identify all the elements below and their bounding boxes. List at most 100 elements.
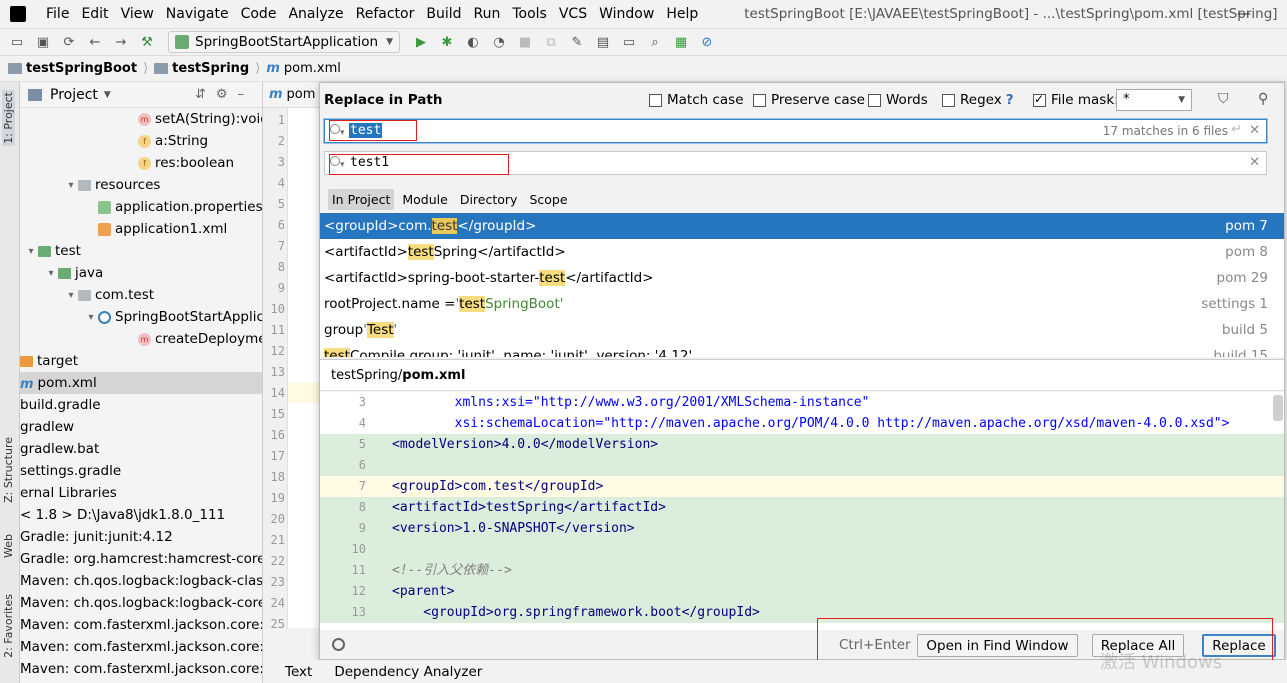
pin-icon[interactable]: ⚲ xyxy=(1258,91,1268,107)
tab-text[interactable]: Text xyxy=(285,664,312,680)
run-icon[interactable]: ▶ xyxy=(412,33,430,51)
menu-navigate[interactable]: Navigate xyxy=(160,0,235,28)
build-hammer-icon[interactable]: ⚒ xyxy=(138,33,156,51)
tree-row[interactable]: ▾ com.test xyxy=(20,284,262,306)
sync-icon[interactable]: ⟳ xyxy=(60,33,78,51)
chevron-down-icon[interactable]: ▾ xyxy=(44,268,58,279)
menu-build[interactable]: Build xyxy=(420,0,467,28)
project-structure-icon[interactable]: ▤ xyxy=(594,33,612,51)
tree-row[interactable]: ▾ test xyxy=(20,240,262,262)
file-mask-select[interactable]: * ▼ xyxy=(1116,89,1192,111)
tree-row[interactable]: gradlew xyxy=(20,416,262,438)
back-icon[interactable]: ← xyxy=(86,33,104,51)
tree-row[interactable]: Maven: com.fasterxml.jackson.core:jack xyxy=(20,658,262,680)
tool-tab-web[interactable]: Web xyxy=(2,534,15,558)
breadcrumb-file[interactable]: pom.xml xyxy=(284,61,341,76)
tab-in-project[interactable]: In Project xyxy=(328,189,395,210)
clear-search-icon[interactable]: ✕ xyxy=(1249,123,1260,138)
tree-row[interactable]: target xyxy=(20,350,262,372)
tree-row[interactable]: f a:String xyxy=(20,130,262,152)
tree-row[interactable]: Gradle: org.hamcrest:hamcrest-core:1.3 xyxy=(20,548,262,570)
tree-row[interactable]: build.gradle xyxy=(20,394,262,416)
save-icon[interactable]: ▣ xyxy=(34,33,52,51)
tree-row[interactable]: application1.xml xyxy=(20,218,262,240)
clear-replace-icon[interactable]: ✕ xyxy=(1249,155,1260,170)
chevron-down-icon[interactable]: ▾ xyxy=(64,290,78,301)
project-panel-title[interactable]: Project xyxy=(50,87,98,103)
tab-dependency-analyzer[interactable]: Dependency Analyzer xyxy=(334,664,482,680)
debug-icon[interactable]: ✱ xyxy=(438,33,456,51)
file-mask-checkbox[interactable]: File mask: xyxy=(1033,92,1119,108)
profile-icon[interactable]: ◔ xyxy=(490,33,508,51)
regex-checkbox[interactable]: Regex? xyxy=(942,92,1014,108)
breadcrumb-module[interactable]: testSpring xyxy=(172,61,249,76)
forward-icon[interactable]: → xyxy=(112,33,130,51)
tab-module[interactable]: Module xyxy=(398,189,451,210)
gear-icon[interactable] xyxy=(332,638,345,651)
menu-window[interactable]: Window xyxy=(593,0,660,28)
tree-row[interactable]: settings.gradle xyxy=(20,460,262,482)
menu-analyze[interactable]: Analyze xyxy=(282,0,349,28)
tree-row[interactable]: Maven: com.fasterxml.jackson.core:jack xyxy=(20,614,262,636)
coverage-icon[interactable]: ◐ xyxy=(464,33,482,51)
project-panel-controls-icon[interactable]: ⇵⚙– xyxy=(195,87,254,102)
filter-icon[interactable]: ⛉ xyxy=(1218,91,1229,107)
replace-field[interactable]: ▾ test1 ✕ xyxy=(324,151,1267,175)
tree-row[interactable]: ▾ resources xyxy=(20,174,262,196)
tree-row[interactable]: application.properties xyxy=(20,196,262,218)
search-field[interactable]: ▾ test 17 matches in 6 files ↵ ✕ xyxy=(324,119,1267,143)
menu-tools[interactable]: Tools xyxy=(506,0,553,28)
match-case-checkbox[interactable]: Match case xyxy=(649,92,744,108)
tool-tab-project[interactable]: 1: Project xyxy=(2,90,15,146)
editor-tab[interactable]: m pom xyxy=(263,82,319,108)
tree-row[interactable]: gradlew.bat xyxy=(20,438,262,460)
menu-code[interactable]: Code xyxy=(235,0,283,28)
chevron-down-icon[interactable]: ▼ xyxy=(104,90,111,100)
chevron-down-icon[interactable]: ▾ xyxy=(84,312,98,323)
result-row[interactable]: group ' Test ' build 5 xyxy=(320,317,1284,343)
newline-icon[interactable]: ↵ xyxy=(1231,122,1242,137)
breadcrumb-project[interactable]: testSpringBoot xyxy=(26,61,137,76)
tab-directory[interactable]: Directory xyxy=(456,189,522,210)
tool-tab-structure[interactable]: Z: Structure xyxy=(2,437,15,503)
chart-icon[interactable]: ▦ xyxy=(672,33,690,51)
menu-vcs[interactable]: VCS xyxy=(553,0,593,28)
chevron-down-icon[interactable]: ▾ xyxy=(64,180,78,191)
menu-run[interactable]: Run xyxy=(468,0,507,28)
result-row[interactable]: rootProject.name = ' test SpringBoot' setti… xyxy=(320,291,1284,317)
tree-row[interactable]: ernal Libraries xyxy=(20,482,262,504)
editor-area[interactable] xyxy=(288,108,320,628)
scrollbar-thumb[interactable] xyxy=(1273,395,1283,421)
tab-scope[interactable]: Scope xyxy=(525,189,571,210)
tree-row[interactable]: < 1.8 > D:\Java8\jdk1.8.0_111 xyxy=(20,504,262,526)
result-row[interactable]: <artifactId>spring-boot-starter-test </ar… xyxy=(320,265,1284,291)
chevron-down-icon[interactable]: ▾ xyxy=(24,246,38,257)
result-row[interactable]: test Compile group: 'junit', name: 'junit… xyxy=(320,343,1284,357)
search-icon[interactable]: ⌕ xyxy=(646,33,664,51)
tree-row[interactable]: m pom.xml xyxy=(20,372,262,394)
tool-tab-favorites[interactable]: 2: Favorites xyxy=(2,594,15,658)
stop-icon[interactable]: ■ xyxy=(516,33,534,51)
preserve-case-checkbox[interactable]: Preserve case xyxy=(753,92,865,108)
minimize-button[interactable]: — xyxy=(1237,6,1251,22)
regex-help-icon[interactable]: ? xyxy=(1006,92,1014,108)
wrench-icon[interactable]: ✎ xyxy=(568,33,586,51)
menu-file[interactable]: File xyxy=(40,0,75,28)
tree-row[interactable]: Maven: com.fasterxml.jackson.core:jack xyxy=(20,636,262,658)
menu-refactor[interactable]: Refactor xyxy=(350,0,421,28)
tree-row[interactable]: m setA(String):void xyxy=(20,108,262,130)
menu-edit[interactable]: Edit xyxy=(75,0,114,28)
result-row[interactable]: <groupId>com. test </groupId> pom 7 xyxy=(320,213,1284,239)
menu-help[interactable]: Help xyxy=(660,0,704,28)
tree-row[interactable]: ▾ java xyxy=(20,262,262,284)
tree-row[interactable]: Maven: ch.qos.logback:logback-core:1.2 xyxy=(20,592,262,614)
tree-row[interactable]: Maven: ch.qos.logback:logback-classic:1 xyxy=(20,570,262,592)
result-row[interactable]: <artifactId> test Spring</artifactId> pom 8 xyxy=(320,239,1284,265)
tree-row[interactable]: f res:boolean xyxy=(20,152,262,174)
code-preview[interactable]: 3 xmlns:xsi="http://www.w3.org/2001/XMLS… xyxy=(320,392,1284,630)
tree-row[interactable]: m createDeploymen xyxy=(20,328,262,350)
attach-icon[interactable]: ⧉ xyxy=(542,33,560,51)
disable-icon[interactable]: ⊘ xyxy=(698,33,716,51)
run-configuration-select[interactable]: SpringBootStartApplication ▼ xyxy=(168,31,400,53)
words-checkbox[interactable]: Words xyxy=(868,92,928,108)
